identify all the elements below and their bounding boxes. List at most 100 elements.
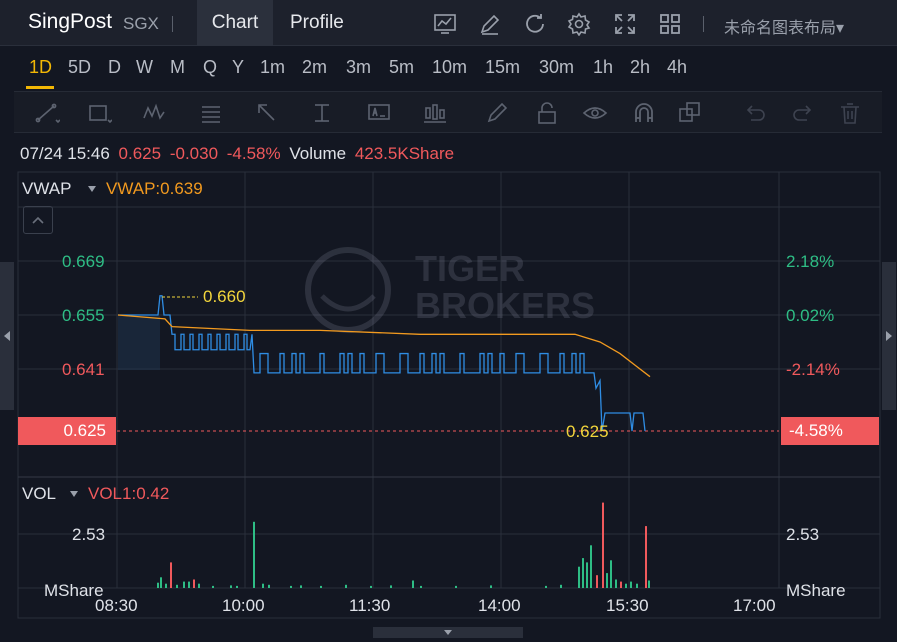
quote-change: -0.030 [169,144,219,163]
watermark-line2: BROKERS [415,285,595,326]
quote-datetime: 07/24 15:46 [20,144,110,163]
volume-bar [212,585,214,588]
trash-icon[interactable] [837,100,863,126]
volume-bar [390,585,392,588]
volume-bar [545,585,547,588]
arrow-icon[interactable] [254,100,280,126]
y-tick-left-1: 0.669 [62,252,105,271]
tab-chart[interactable]: Chart [197,0,273,46]
chevron-down-icon[interactable] [87,185,97,193]
interval-5m[interactable]: 5m [389,57,414,78]
text-icon[interactable] [366,100,392,126]
bottom-scroll-handle[interactable] [373,627,523,638]
volume-bar [648,580,650,588]
quote-volume-label: Volume [289,144,347,163]
time-tick: 15:30 [606,596,649,615]
interval-2m[interactable]: 2m [302,57,327,78]
watermark-logo: TIGER BROKERS [305,247,595,333]
volume-bar [606,573,608,588]
vol-tick-right: 2.53 [786,525,820,544]
brush-icon[interactable] [484,100,510,126]
lock-icon[interactable] [534,100,560,126]
undo-icon[interactable] [742,100,768,126]
y-tick-right-2: 0.02% [786,306,835,325]
volume-bar [578,566,580,588]
interval-3m[interactable]: 3m [346,57,371,78]
fib-icon[interactable] [198,100,224,126]
settings-icon[interactable] [567,12,591,36]
refresh-icon[interactable] [523,12,547,36]
volume-bar [198,583,200,588]
volume-bar [268,584,270,588]
y-tick-left-3: 0.641 [62,360,105,379]
chart-type-icon[interactable] [433,12,457,36]
watermark-line1: TIGER [415,248,525,289]
chevron-down-icon [444,630,452,635]
right-scroll-handle[interactable] [882,262,896,410]
chevron-left-icon [4,331,10,341]
interval-d[interactable]: D [108,57,121,78]
vol-indicator-label[interactable]: VOL [22,484,56,504]
price-area [118,316,160,370]
volume-bar [590,545,592,588]
interval-y[interactable]: Y [232,57,244,78]
symbol-title: SingPost [28,10,113,33]
volume-bar [188,581,190,588]
measure-icon[interactable] [310,100,336,126]
tab-profile[interactable]: Profile [290,0,344,46]
draw-icon[interactable] [478,12,502,36]
chevron-down-icon[interactable] [69,490,79,498]
collapse-panel-button[interactable] [23,206,53,234]
vwap-value: VWAP:0.639 [106,179,203,198]
interval-1d[interactable]: 1D [29,57,52,78]
volume-bar [630,581,632,588]
redo-icon[interactable] [790,100,816,126]
layout-select[interactable]: 未命名图表布局▾ [724,14,844,38]
volume-bar [560,584,562,588]
interval-15m[interactable]: 15m [485,57,520,78]
interval-1h[interactable]: 1h [593,57,613,78]
volume-bar [236,585,238,588]
interval-m[interactable]: M [170,57,185,78]
interval-w[interactable]: W [136,57,153,78]
rectangle-icon[interactable] [86,100,112,126]
active-interval-indicator [26,86,54,89]
price-chart[interactable]: TIGER BROKERS [0,170,897,627]
volume-bar [176,584,178,588]
vwap-indicator-label[interactable]: VWAP [22,179,71,199]
magnet-icon[interactable] [631,100,657,126]
volume-bar [165,583,167,588]
volume-bar [183,581,185,588]
eye-icon[interactable] [582,100,608,126]
interval-30m[interactable]: 30m [539,57,574,78]
pattern-icon[interactable] [142,100,168,126]
divider [172,16,173,32]
left-scroll-handle[interactable] [0,262,14,410]
time-tick: 14:00 [478,596,521,615]
quote-change-pct: -4.58% [226,144,281,163]
volume-bar [610,560,612,588]
interval-q[interactable]: Q [203,57,217,78]
chart-pattern-icon[interactable] [422,100,448,126]
volume-bar [490,585,492,588]
time-tick: 11:30 [349,596,391,615]
volume-bars [157,502,650,588]
volume-bar [625,583,627,588]
top-bar: SingPost SGX Chart Profile 未命名图表布局▾ [0,0,897,46]
trend-line-icon[interactable] [34,100,60,126]
volume-bar [345,584,347,588]
fullscreen-icon[interactable] [613,12,637,36]
interval-4h[interactable]: 4h [667,57,687,78]
layout-grid-icon[interactable] [658,12,682,36]
volume-bar [262,583,264,588]
y-tick-right-3: -2.14% [786,360,840,379]
interval-10m[interactable]: 10m [432,57,467,78]
interval-1m[interactable]: 1m [260,57,285,78]
duplicate-icon[interactable] [677,100,703,126]
volume-bar [602,502,604,588]
interval-5d[interactable]: 5D [68,57,91,78]
vol-tick-left: 2.53 [72,525,106,544]
low-marker-label: 0.625 [566,422,609,441]
interval-2h[interactable]: 2h [630,57,650,78]
volume-bar [636,583,638,588]
